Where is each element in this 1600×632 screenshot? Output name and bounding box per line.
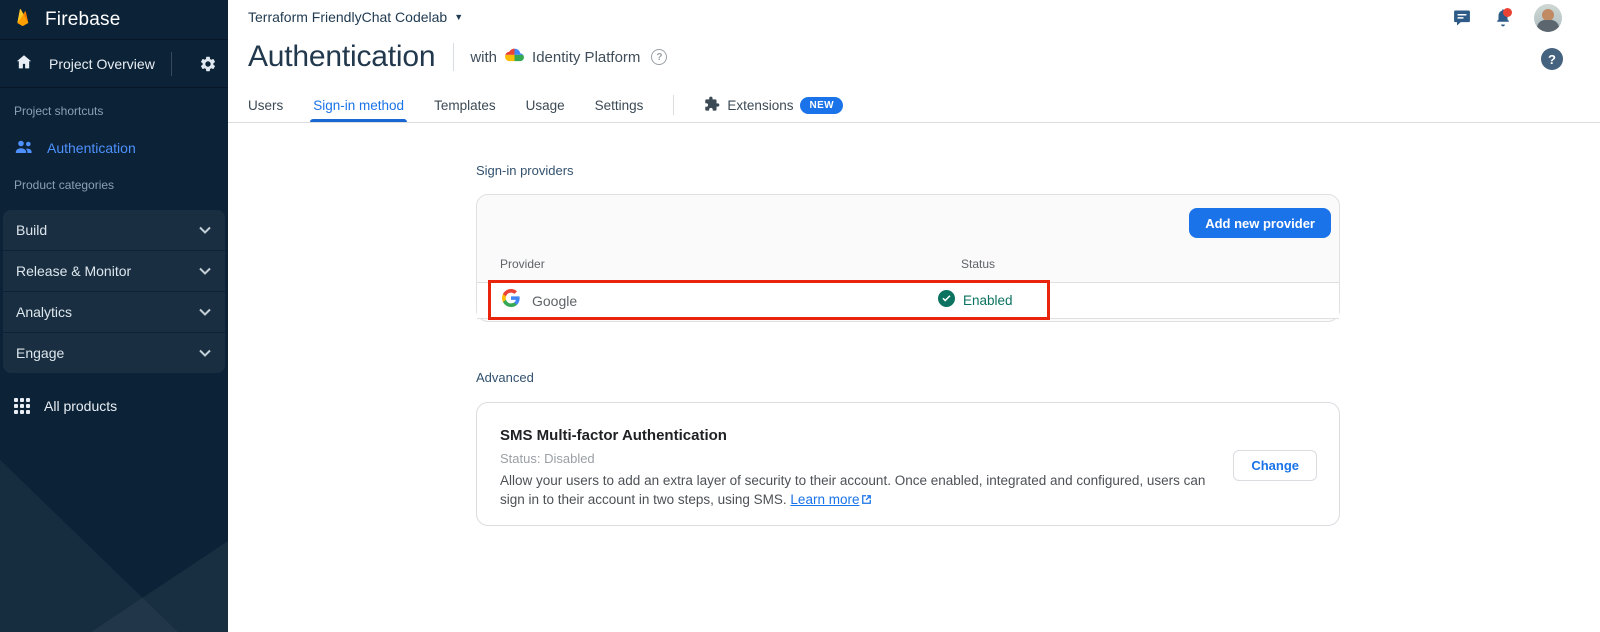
tab-bar: Users Sign-in method Templates Usage Set… [228, 88, 1600, 123]
chevron-down-icon [199, 221, 211, 239]
tab-users[interactable]: Users [248, 88, 283, 122]
chevron-down-icon [199, 262, 211, 280]
divider [171, 52, 172, 76]
chevron-down-icon [199, 303, 211, 321]
user-avatar[interactable] [1534, 4, 1562, 32]
project-overview-row: Project Overview [0, 41, 228, 88]
sidebar-item-project-overview[interactable]: Project Overview [49, 56, 155, 72]
grid-apps-icon [14, 398, 30, 414]
help-button[interactable]: ? [1541, 48, 1563, 70]
category-label: Engage [16, 345, 64, 361]
dropdown-caret-icon: ▼ [454, 12, 463, 22]
status-badge: Enabled [963, 293, 1013, 308]
brand-name: Firebase [45, 9, 121, 31]
advanced-heading: Advanced [476, 370, 534, 385]
firebase-console: Firebase Project Overview Project shortc… [0, 0, 1600, 632]
project-shortcuts-label: Project shortcuts [14, 104, 103, 118]
project-name: Terraform FriendlyChat Codelab [248, 9, 447, 25]
column-header-provider: Provider [500, 257, 545, 271]
divider [673, 95, 674, 115]
sidebar-category-build[interactable]: Build [3, 210, 225, 250]
sidebar-item-label: Authentication [47, 140, 136, 156]
tab-usage[interactable]: Usage [526, 88, 565, 122]
notification-dot [1503, 8, 1512, 17]
sidebar: Firebase Project Overview Project shortc… [0, 0, 228, 632]
tab-sign-in-method[interactable]: Sign-in method [313, 88, 404, 122]
help-outline-icon[interactable]: ? [651, 49, 667, 65]
product-categories-label: Product categories [14, 178, 114, 192]
topbar-icons [1452, 4, 1562, 32]
home-icon [15, 53, 33, 76]
category-label: Analytics [16, 304, 72, 320]
feedback-notes-icon[interactable] [1452, 8, 1472, 28]
sms-mfa-card: SMS Multi-factor Authentication Status: … [476, 402, 1340, 526]
users-people-icon [14, 136, 34, 161]
puzzle-extensions-icon [704, 96, 720, 115]
sms-mfa-title: SMS Multi-factor Authentication [500, 427, 727, 444]
external-link-icon [861, 491, 872, 510]
sidebar-category-engage[interactable]: Engage [3, 333, 225, 373]
sms-mfa-description: Allow your users to add an extra layer o… [500, 471, 1222, 510]
new-badge: NEW [800, 97, 843, 114]
google-cloud-icon [505, 47, 524, 67]
sidebar-category-analytics[interactable]: Analytics [3, 292, 225, 332]
provider-cell: Google [477, 289, 938, 312]
tab-templates[interactable]: Templates [434, 88, 496, 122]
sms-mfa-status: Status: Disabled [500, 451, 595, 466]
providers-card: Add new provider Provider Status Google [476, 194, 1340, 322]
table-row-google-provider[interactable]: Google Enabled [477, 282, 1339, 319]
firebase-brand[interactable]: Firebase [0, 0, 228, 40]
column-header-status: Status [961, 257, 995, 271]
page-header: Authentication with Identity Pl [248, 40, 667, 74]
with-label: with [470, 49, 497, 66]
tab-settings[interactable]: Settings [595, 88, 644, 122]
providers-heading: Sign-in providers [476, 163, 574, 178]
add-new-provider-button[interactable]: Add new provider [1189, 208, 1331, 238]
firebase-flame-icon [13, 7, 33, 32]
google-logo-icon [502, 289, 520, 312]
notifications-bell-icon[interactable] [1493, 8, 1513, 28]
identity-platform-group: with Identity Platform ? [470, 47, 667, 67]
provider-name: Google [532, 293, 577, 309]
extensions-label: Extensions [727, 98, 793, 113]
check-circle-icon [938, 290, 955, 312]
project-switcher[interactable]: Terraform FriendlyChat Codelab ▼ [248, 9, 463, 25]
project-settings-gear-icon[interactable] [188, 55, 228, 73]
category-label: Build [16, 222, 47, 238]
platform-name: Identity Platform [532, 49, 640, 66]
page-title: Authentication [248, 40, 435, 74]
all-products-label: All products [44, 398, 117, 414]
sidebar-item-all-products[interactable]: All products [0, 389, 228, 423]
category-label: Release & Monitor [16, 263, 131, 279]
category-list: Build Release & Monitor Analytics Engage [3, 210, 225, 373]
chevron-down-icon [199, 344, 211, 362]
divider [453, 43, 454, 71]
change-button[interactable]: Change [1233, 450, 1317, 481]
learn-more-link[interactable]: Learn more [790, 492, 859, 507]
sidebar-item-authentication[interactable]: Authentication [0, 130, 228, 166]
main-area: Terraform FriendlyChat Codelab ▼ [228, 0, 1600, 632]
sidebar-category-release-monitor[interactable]: Release & Monitor [3, 251, 225, 291]
tab-extensions[interactable]: Extensions NEW [704, 88, 843, 122]
status-cell: Enabled [938, 290, 1013, 312]
